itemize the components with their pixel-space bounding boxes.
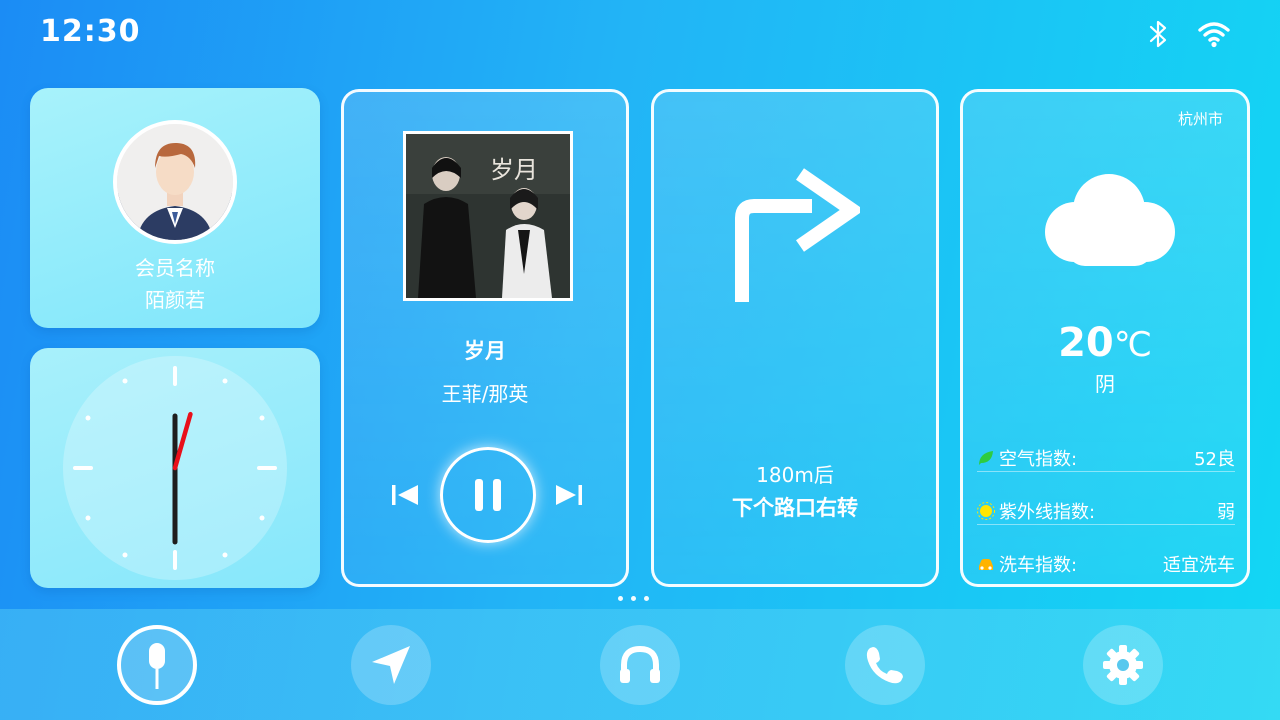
previous-icon [392,485,418,505]
song-title: 岁月 [464,339,506,363]
car-wash-label: 洗车指数: [999,555,1078,576]
album-cover[interactable]: 岁月 [403,131,573,301]
clock-card[interactable] [30,348,320,588]
member-name: 陌颜若 [145,288,205,312]
uv-row: 紫外线指数: 弱 [977,497,1235,525]
pause-button[interactable] [440,447,536,543]
wifi-icon[interactable] [1196,16,1232,52]
car-wash-value: 适宜洗车 [1163,555,1235,576]
music-card[interactable]: 岁月 岁月 王菲/那英 [341,89,629,587]
nav-instruction: 下个路口右转 [732,496,858,520]
temperature-value: 20 [1058,320,1114,366]
weather-card[interactable]: 杭州市 20℃ 阴 空气指数: 52良 紫外线指数: 弱 洗车指数: 适宜洗车 [960,89,1250,587]
voice-button[interactable] [117,625,197,705]
air-quality-value: 52良 [1194,448,1235,470]
album-title-art: 岁月 [490,156,538,184]
navigation-button[interactable] [351,625,431,705]
settings-button[interactable] [1083,625,1163,705]
navigation-card[interactable]: 180m后 下个路口右转 [651,89,939,587]
settings-icon [1103,645,1143,685]
status-bar: 12:30 [0,0,1280,66]
avatar[interactable] [113,120,237,244]
dock [0,609,1280,720]
phone-button[interactable] [845,625,925,705]
page-dot[interactable] [631,596,636,601]
previous-button[interactable] [390,482,422,508]
air-quality-label: 空气指数: [999,448,1078,470]
leaf-icon [977,449,995,467]
uv-label: 紫外线指数: [999,501,1096,523]
status-icons [1140,16,1232,52]
temperature-unit: ℃ [1113,325,1152,365]
bluetooth-icon[interactable] [1140,16,1176,52]
pause-icon [475,479,501,511]
car-icon [977,555,995,573]
status-time: 12:30 [40,14,141,49]
member-card[interactable]: 会员名称 陌颜若 [30,88,320,328]
next-button[interactable] [552,482,584,508]
weather-city: 杭州市 [1177,110,1223,128]
next-icon [556,485,582,505]
temperature: 20℃ [963,320,1247,366]
page-indicator[interactable] [618,596,649,601]
sun-icon [977,501,995,520]
weather-condition: 阴 [1095,372,1115,396]
page-dot[interactable] [644,596,649,601]
car-wash-row: 洗车指数: 适宜洗车 [977,550,1235,578]
page-dot[interactable] [618,596,623,601]
uv-value: 弱 [1217,501,1235,523]
microphone-icon [149,643,165,689]
music-button[interactable] [600,625,680,705]
member-label: 会员名称 [135,256,215,280]
avatar-photo [117,124,233,240]
cloud-icon [1037,170,1177,270]
phone-icon [866,647,903,684]
navigation-icon [372,646,410,684]
headphones-icon [620,645,660,683]
air-quality-row: 空气指数: 52良 [977,444,1235,472]
nav-distance: 180m后 [756,463,834,487]
turn-right-arrow-icon [734,166,865,306]
song-artist: 王菲/那英 [441,382,529,406]
analog-clock [63,356,287,580]
